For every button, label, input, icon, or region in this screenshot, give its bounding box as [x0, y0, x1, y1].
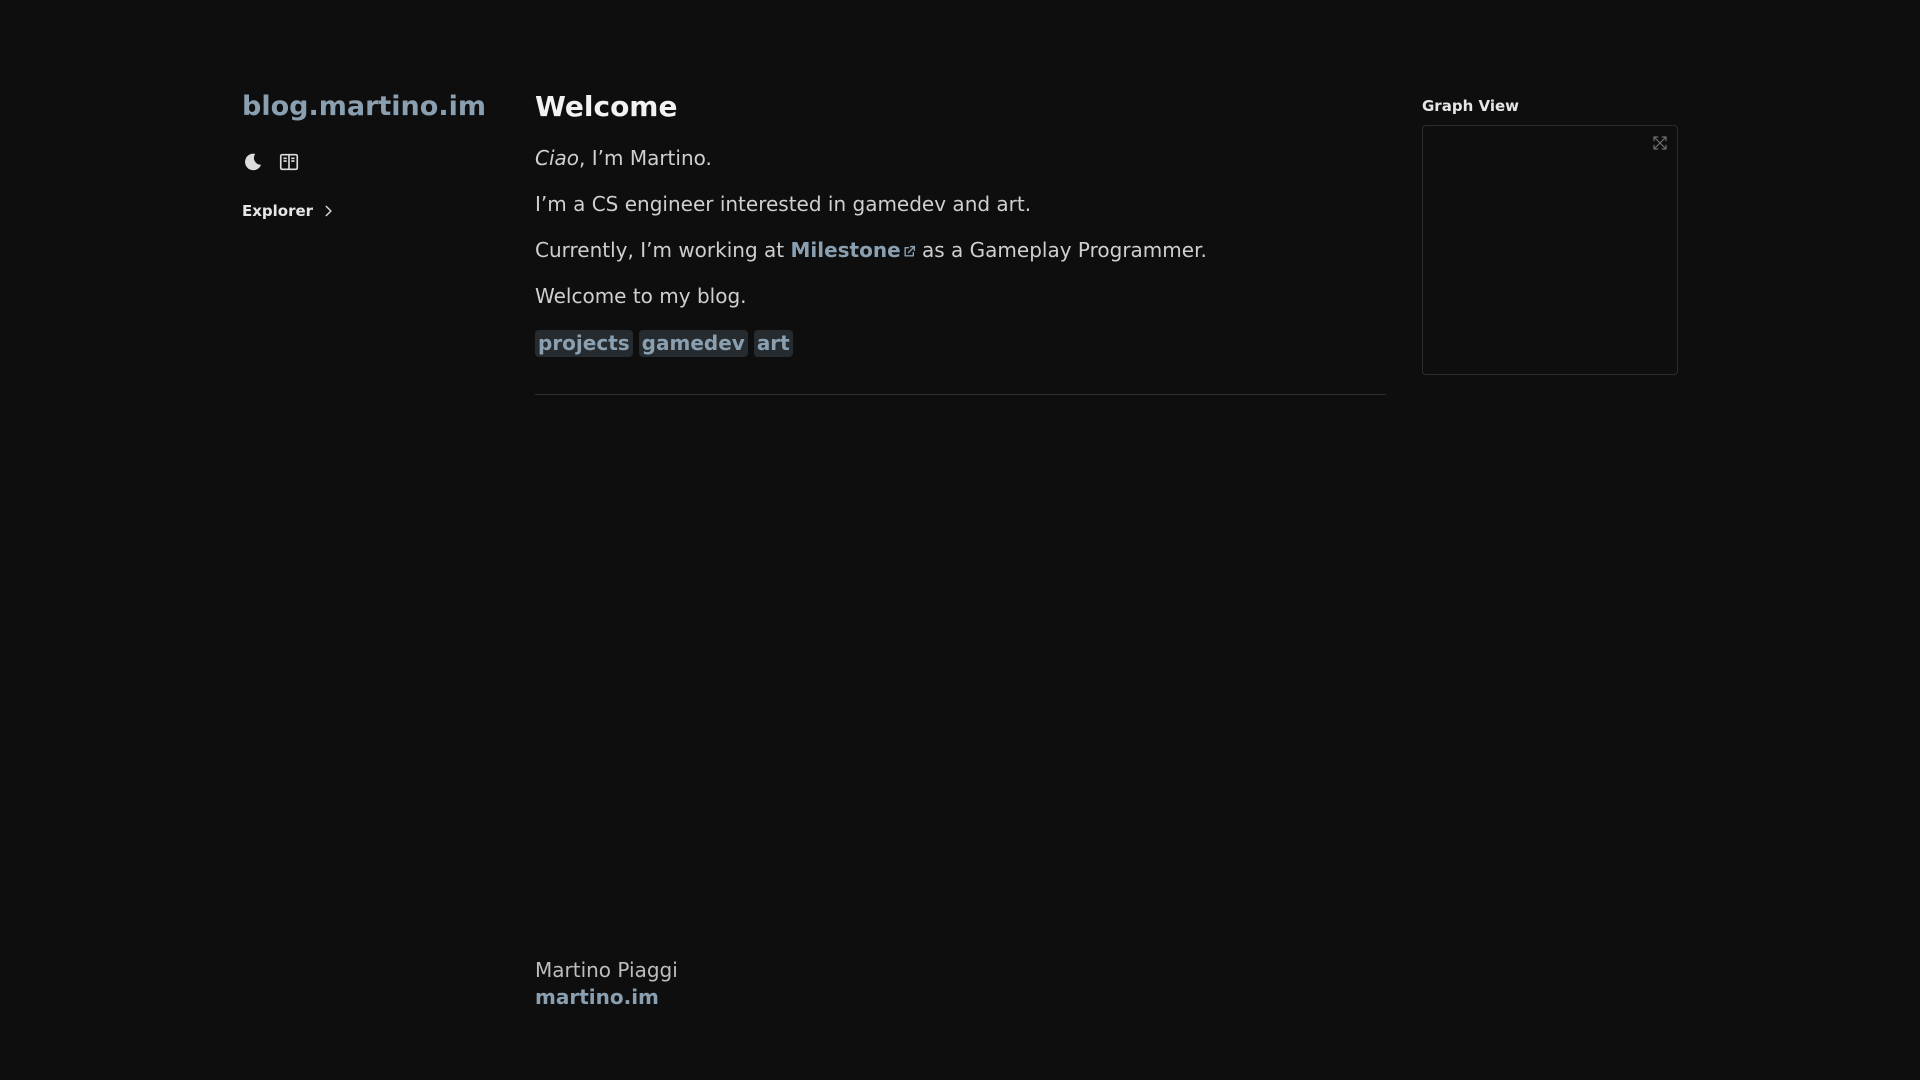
work-paragraph: Currently, I’m working at Milestone as a… [535, 237, 1386, 264]
intro-paragraph: Ciao, I’m Martino. [535, 145, 1386, 172]
explorer-toggle[interactable]: Explorer [242, 202, 502, 220]
milestone-link-label: Milestone [790, 237, 901, 262]
footer-site-link[interactable]: martino.im [535, 983, 659, 1011]
left-sidebar: blog.martino.im Explorer [242, 92, 502, 220]
book-icon[interactable] [278, 151, 300, 173]
graph-title: Graph View [1422, 97, 1519, 115]
page-title: Welcome [535, 90, 678, 123]
footer: Martino Piaggi martino.im [535, 958, 678, 1011]
sidebar-icon-row [242, 148, 502, 176]
expand-graph-icon[interactable] [1651, 134, 1669, 152]
main-content: Welcome Ciao, I’m Martino. I’m a CS engi… [535, 90, 1386, 357]
chevron-right-icon [325, 205, 332, 217]
external-link-icon [904, 245, 915, 257]
tag-list: projects gamedev art [535, 329, 1386, 357]
tag-gamedev[interactable]: gamedev [638, 329, 748, 357]
site-title-link[interactable]: blog.martino.im [242, 92, 486, 122]
work-text-before: Currently, I’m working at [535, 237, 791, 262]
graph-panel: Graph View [1422, 97, 1678, 375]
intro-emphasis: Ciao [535, 145, 580, 170]
tag-projects[interactable]: projects [535, 329, 633, 357]
intro-rest: , I’m Martino. [579, 145, 712, 170]
graph-canvas[interactable] [1422, 125, 1678, 375]
work-text-after: as a Gameplay Programmer. [915, 237, 1207, 262]
welcome-paragraph: Welcome to my blog. [535, 283, 747, 308]
footer-author: Martino Piaggi [535, 958, 678, 982]
content-divider [535, 394, 1386, 395]
page: blog.martino.im Explorer Welcome Ciao, I… [0, 0, 1920, 1080]
milestone-link[interactable]: Milestone [790, 237, 915, 264]
tag-art[interactable]: art [753, 329, 793, 357]
interests-paragraph: I’m a CS engineer interested in gamedev … [535, 191, 1032, 216]
explorer-label: Explorer [242, 201, 314, 220]
moon-icon[interactable] [242, 151, 264, 173]
